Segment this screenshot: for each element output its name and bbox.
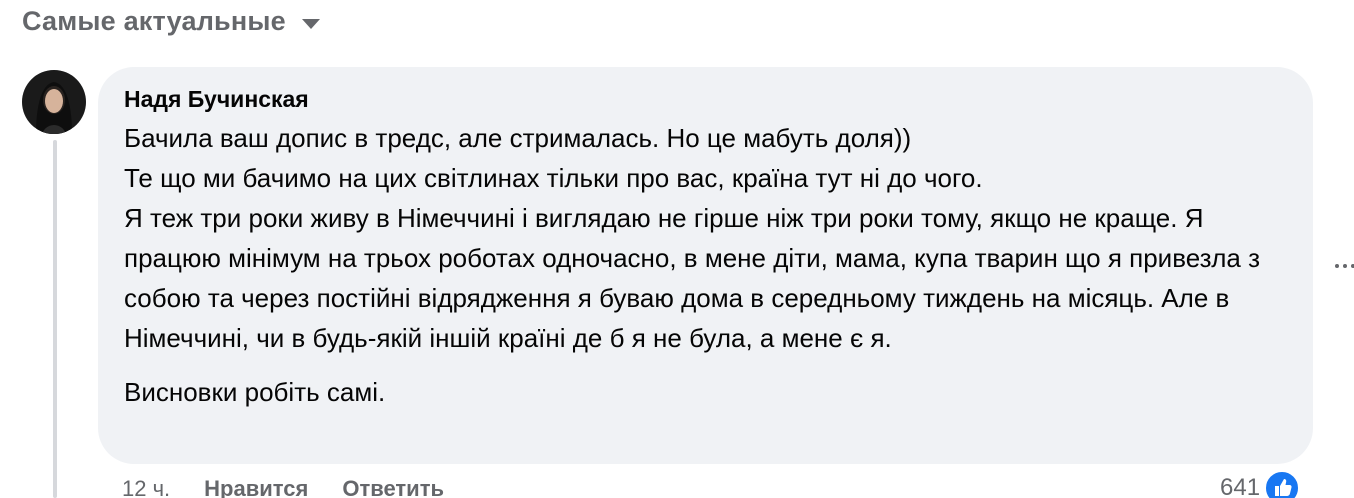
- reaction-count: 641: [1220, 474, 1261, 498]
- like-button[interactable]: Нравится: [204, 476, 308, 498]
- avatar[interactable]: [22, 70, 86, 134]
- reply-button[interactable]: Ответить: [342, 476, 444, 498]
- more-options-icon[interactable]: [1335, 256, 1354, 276]
- comment-text: Бачила ваш допис в тредс, але стрималась…: [124, 118, 1287, 412]
- comment-paragraph: Бачила ваш допис в тредс, але стрималась…: [124, 123, 912, 153]
- reactions-summary[interactable]: 641: [1220, 470, 1301, 498]
- comment-paragraph: Те що ми бачимо на цих світлинах тільки …: [124, 163, 983, 193]
- comment-paragraph: Я теж три роки живу в Німеччині і вигляд…: [124, 203, 1261, 353]
- comment-bubble: Надя Бучинская Бачила ваш допис в тредс,…: [98, 67, 1313, 464]
- comment-paragraph: Висновки робіть самі.: [124, 377, 386, 407]
- comment-actions: 12 ч. Нравится Ответить: [122, 476, 478, 498]
- thread-line: [53, 140, 57, 498]
- comments-section: Самые актуальные Надя Бучинская Бачила в…: [0, 0, 1354, 498]
- comment-author[interactable]: Надя Бучинская: [124, 84, 309, 114]
- sort-dropdown[interactable]: Самые актуальные: [22, 6, 320, 37]
- caret-down-icon: [301, 18, 320, 29]
- like-icon: [1264, 470, 1301, 498]
- sort-label: Самые актуальные: [22, 6, 286, 36]
- comment-timestamp[interactable]: 12 ч.: [122, 476, 170, 498]
